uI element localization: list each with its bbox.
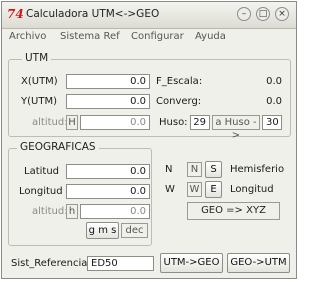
converg-label: Converg: bbox=[156, 96, 202, 107]
menu-configurar[interactable]: Configurar bbox=[131, 31, 184, 42]
menu-sistema-ref[interactable]: Sistema Ref bbox=[60, 31, 120, 42]
huso-input[interactable]: 29 bbox=[190, 115, 210, 130]
huso-target-input[interactable]: 30 bbox=[262, 115, 282, 130]
north-button[interactable]: N bbox=[187, 162, 202, 177]
dec-button[interactable]: dec bbox=[121, 223, 148, 238]
geo-altitude-unit: h bbox=[66, 204, 78, 219]
utm-group-title: UTM bbox=[22, 52, 52, 64]
escala-label: F_Escala: bbox=[156, 76, 203, 87]
y-utm-label: Y(UTM) bbox=[21, 96, 57, 107]
utm-altitude-label: altitud: bbox=[32, 117, 68, 128]
y-utm-input[interactable]: 0.0 bbox=[66, 94, 150, 109]
longitud-input[interactable]: 0.0 bbox=[66, 184, 150, 199]
title-bar: 74 Calculadora UTM<->GEO – □ × bbox=[2, 2, 296, 29]
huso-label: Huso: bbox=[159, 117, 188, 128]
x-utm-label: X(UTM) bbox=[21, 76, 58, 87]
menu-bar: Archivo Sistema Ref Configurar Ayuda bbox=[2, 29, 296, 46]
longitud-label: Longitud bbox=[19, 186, 63, 197]
geo-group-title: GEOGRAFICAS bbox=[17, 141, 99, 153]
app-logo-icon: 74 bbox=[7, 7, 24, 21]
latitud-label: Latitud bbox=[24, 166, 60, 177]
calculator-window: 74 Calculadora UTM<->GEO – □ × Archivo S… bbox=[1, 1, 297, 279]
geo-to-utm-button[interactable]: GEO->UTM bbox=[227, 253, 290, 273]
geo-to-xyz-button[interactable]: GEO => XYZ bbox=[187, 202, 280, 220]
utm-to-geo-button[interactable]: UTM->GEO bbox=[160, 253, 223, 273]
converg-value: 0.0 bbox=[266, 96, 282, 107]
longitud-hemisphere-label: Longitud bbox=[230, 184, 274, 195]
menu-archivo[interactable]: Archivo bbox=[9, 31, 46, 42]
east-button[interactable]: E bbox=[205, 181, 222, 198]
utm-altitude-unit: H bbox=[66, 115, 78, 130]
maximize-button[interactable]: □ bbox=[256, 7, 270, 21]
gms-button[interactable]: g m s bbox=[86, 222, 119, 239]
geo-altitude-input[interactable]: 0.0 bbox=[80, 204, 150, 219]
close-button[interactable]: × bbox=[275, 7, 289, 21]
x-utm-input[interactable]: 0.0 bbox=[66, 74, 150, 89]
a-huso-button[interactable]: a Huso -> bbox=[212, 115, 260, 141]
sist-referencia-input[interactable]: ED50 bbox=[87, 256, 154, 271]
sist-referencia-label: Sist_Referencia: bbox=[11, 258, 91, 269]
south-button[interactable]: S bbox=[205, 161, 222, 178]
hemisferio-label: Hemisferio bbox=[230, 164, 285, 175]
minimize-button[interactable]: – bbox=[237, 7, 251, 21]
menu-ayuda[interactable]: Ayuda bbox=[195, 31, 226, 42]
escala-value: 0.0 bbox=[266, 76, 282, 87]
north-label: N bbox=[165, 164, 173, 175]
utm-altitude-input[interactable]: 0.0 bbox=[80, 115, 150, 130]
west-label: W bbox=[165, 184, 175, 195]
latitud-input[interactable]: 0.0 bbox=[66, 164, 150, 179]
west-button[interactable]: W bbox=[187, 182, 202, 197]
window-title: Calculadora UTM<->GEO bbox=[26, 8, 160, 20]
geo-altitude-label: altitud: bbox=[32, 206, 68, 217]
